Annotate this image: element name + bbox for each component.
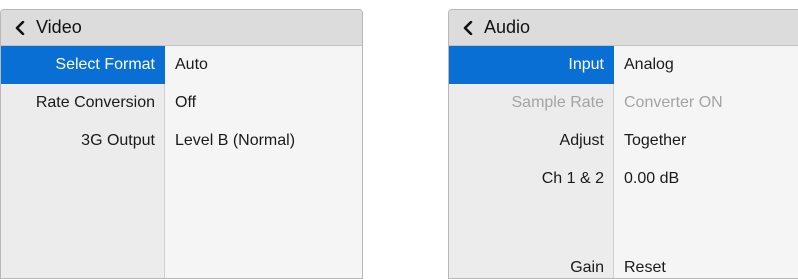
row-value: Auto bbox=[175, 56, 208, 73]
row-value: Together bbox=[624, 132, 687, 149]
audio-row-adjust[interactable]: Adjust Together bbox=[449, 122, 798, 160]
audio-row-sample-rate: Sample Rate Converter ON bbox=[449, 84, 798, 122]
chevron-left-icon bbox=[8, 16, 32, 40]
row-label: Sample Rate bbox=[511, 94, 605, 111]
row-value: Reset bbox=[624, 259, 666, 276]
row-label: Ch 1 & 2 bbox=[541, 170, 604, 187]
audio-title: Audio bbox=[484, 17, 531, 37]
audio-panel: Audio Input Analog Sample Rate Converter… bbox=[448, 9, 798, 279]
chevron-left-icon bbox=[456, 16, 480, 40]
video-row-3g-output[interactable]: 3G Output Level B (Normal) bbox=[1, 122, 362, 160]
audio-back-button[interactable]: Audio bbox=[449, 10, 798, 46]
row-value: 0.00 dB bbox=[624, 170, 680, 187]
audio-row-ch-1-2[interactable]: Ch 1 & 2 0.00 dB bbox=[449, 160, 798, 198]
row-label: Gain bbox=[570, 259, 604, 276]
video-panel: Video Select Format Auto Rate Conversion… bbox=[0, 9, 363, 279]
row-value: Converter ON bbox=[624, 94, 723, 111]
row-label: 3G Output bbox=[81, 132, 155, 149]
video-row-rate-conversion[interactable]: Rate Conversion Off bbox=[1, 84, 362, 122]
row-value: Level B (Normal) bbox=[175, 132, 296, 149]
row-label: Input bbox=[449, 46, 614, 84]
video-back-button[interactable]: Video bbox=[1, 10, 362, 46]
video-settings-list: Select Format Auto Rate Conversion Off 3… bbox=[1, 46, 362, 278]
row-label: Rate Conversion bbox=[35, 94, 155, 111]
audio-row-gain[interactable]: Gain Reset bbox=[449, 249, 798, 278]
row-label: Adjust bbox=[559, 132, 604, 149]
audio-row-input[interactable]: Input Analog bbox=[449, 46, 798, 84]
row-label: Select Format bbox=[1, 46, 165, 84]
row-value: Off bbox=[175, 94, 197, 111]
video-title: Video bbox=[36, 17, 82, 37]
video-row-select-format[interactable]: Select Format Auto bbox=[1, 46, 362, 84]
audio-settings-list: Input Analog Sample Rate Converter ON Ad… bbox=[449, 46, 798, 278]
row-value: Analog bbox=[624, 56, 674, 73]
